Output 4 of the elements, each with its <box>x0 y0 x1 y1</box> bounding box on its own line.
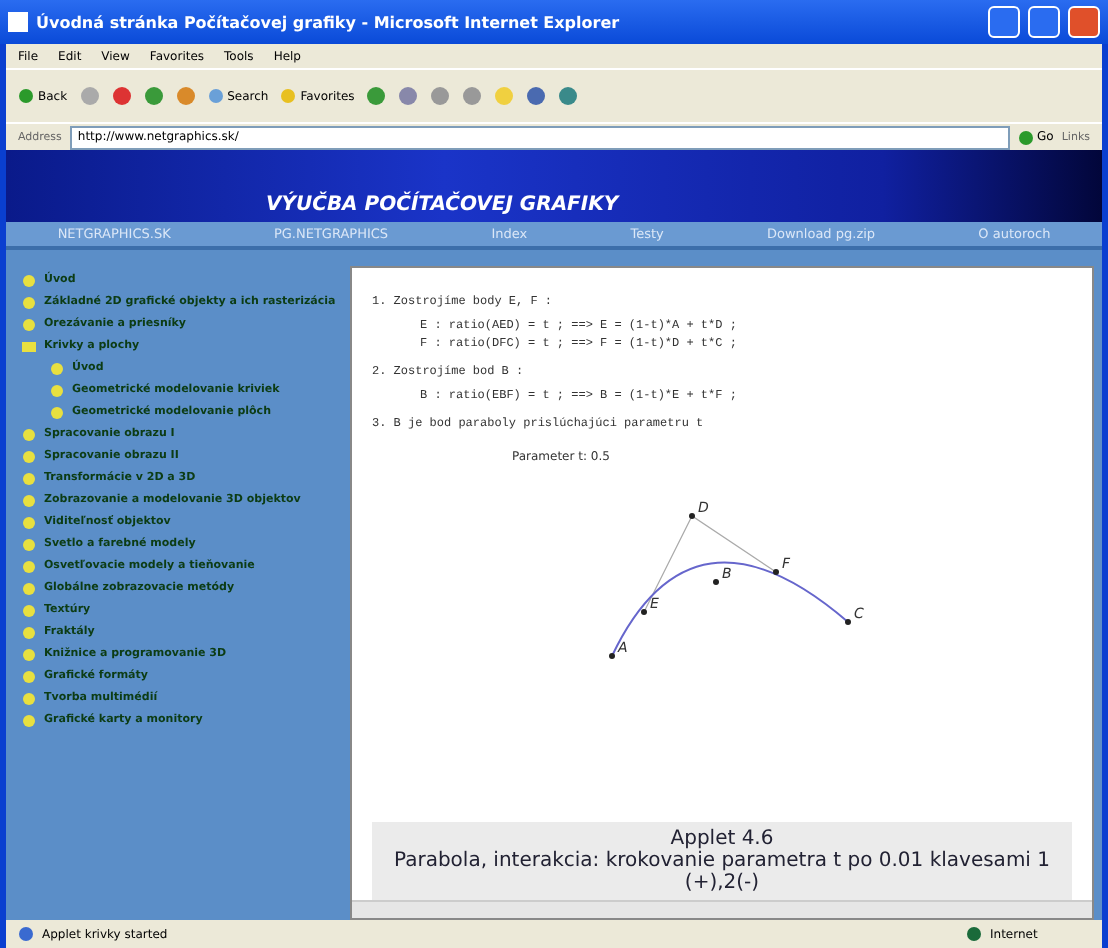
caption-text: Parabola, interakcia: krokovanie parametra t po 0.01 klavesami 1 (+),2(-) <box>392 850 1052 894</box>
banner-title: VÝUČBA POČÍTAČOVEJ GRAFIKY <box>266 194 619 220</box>
caption-title: Applet 4.6 <box>670 828 776 850</box>
window-title: Úvodná stránka Počítačovej grafiky - Microsoft Internet Explorer <box>36 13 622 31</box>
